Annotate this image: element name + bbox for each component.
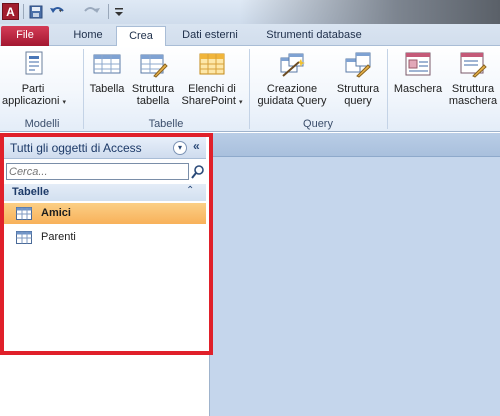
group-label-query: Query [303, 118, 333, 130]
struttura-maschera-label-2: maschera [448, 95, 498, 107]
tab-home[interactable]: Home [66, 26, 110, 46]
redo-icon[interactable] [80, 3, 102, 20]
parti-applicazioni-button[interactable]: Parti applicazioni ▾ [2, 50, 67, 109]
creazione-guidata-query-label-1: Creazione [266, 83, 318, 95]
ribbon-tab-row: File Home Crea Dati esterni Strumenti da… [0, 24, 500, 47]
table-icon [93, 54, 121, 74]
nav-item-label: Parenti [41, 231, 76, 243]
tab-strumenti-database[interactable]: Strumenti database [258, 26, 370, 46]
table-icon [16, 207, 32, 220]
creazione-guidata-query-button[interactable]: Creazione guidata Query [250, 50, 334, 107]
workspace-area [210, 157, 500, 416]
form-icon [405, 52, 431, 76]
nav-pane-collapse-icon[interactable]: « [193, 139, 200, 153]
maschera-label: Maschera [393, 83, 443, 95]
struttura-tabella-label-1: Struttura [131, 83, 175, 95]
group-collapse-icon[interactable]: ⌃ [186, 185, 194, 196]
struttura-tabella-button[interactable]: Struttura tabella [128, 50, 178, 107]
query-wizard-icon [280, 53, 305, 77]
qat-separator [108, 4, 109, 19]
undo-icon[interactable] [48, 3, 70, 20]
tabella-button[interactable]: Tabella [86, 50, 128, 95]
title-bar-fade [240, 0, 500, 24]
nav-item-label: Amici [41, 207, 71, 219]
query-design-icon [345, 52, 371, 78]
struttura-query-label-2: query [344, 95, 372, 107]
nav-item-parenti[interactable]: Parenti [4, 227, 206, 248]
nav-pane-dropdown-icon[interactable]: ▾ [173, 141, 187, 155]
nav-item-amici[interactable]: Amici [4, 203, 206, 224]
table-design-icon [140, 54, 168, 78]
title-bar: A [0, 0, 500, 24]
search-icon[interactable] [190, 163, 206, 180]
elenchi-sharepoint-label-2: SharePoint ▾ [181, 95, 243, 107]
nav-search-input[interactable] [7, 164, 188, 179]
struttura-query-button[interactable]: Struttura query [332, 50, 384, 107]
access-app-icon[interactable]: A [2, 3, 19, 20]
dropdown-arrow-icon: ▾ [238, 99, 243, 106]
nav-search-field[interactable] [6, 163, 189, 180]
creazione-guidata-query-label-2: guidata Query [257, 95, 327, 107]
tab-dati-esterni[interactable]: Dati esterni [172, 26, 248, 46]
customize-qat-icon[interactable] [113, 3, 125, 20]
form-design-icon [460, 52, 487, 78]
struttura-maschera-button[interactable]: Struttura maschera [446, 50, 500, 107]
group-label-tabelle: Tabelle [148, 118, 184, 130]
table-icon [16, 231, 32, 244]
elenchi-sharepoint-label-1: Elenchi di [188, 83, 236, 95]
nav-group-tabelle[interactable]: Tabelle ⌃ [4, 184, 206, 201]
elenchi-sharepoint-button[interactable]: Elenchi di SharePoint ▾ [180, 50, 244, 109]
dropdown-arrow-icon: ▾ [62, 99, 67, 106]
document-tab-bar [210, 133, 500, 157]
qat-separator [23, 4, 24, 19]
tabella-label: Tabella [89, 83, 125, 95]
struttura-query-label-1: Struttura [336, 83, 380, 95]
nav-pane-title: Tutti gli oggetti di Access [10, 141, 142, 155]
save-icon[interactable] [28, 3, 44, 20]
sharepoint-lists-icon [199, 53, 225, 75]
tab-crea[interactable]: Crea [116, 26, 166, 47]
maschera-button[interactable]: Maschera [390, 50, 446, 95]
ribbon: Parti applicazioni ▾ Modelli Tabella Str… [0, 46, 500, 132]
tab-file[interactable]: File [1, 26, 49, 46]
struttura-maschera-label-1: Struttura [451, 83, 495, 95]
struttura-tabella-label-2: tabella [136, 95, 170, 107]
nav-group-label: Tabelle [12, 186, 50, 198]
group-separator [387, 49, 388, 129]
group-label-modelli: Modelli [24, 118, 60, 130]
parti-applicazioni-label-1: Parti [21, 83, 45, 95]
parti-applicazioni-label-2: applicazioni ▾ [2, 95, 67, 107]
nav-pane-header[interactable]: Tutti gli oggetti di Access ▾ « [4, 137, 206, 159]
application-parts-icon [25, 51, 43, 75]
